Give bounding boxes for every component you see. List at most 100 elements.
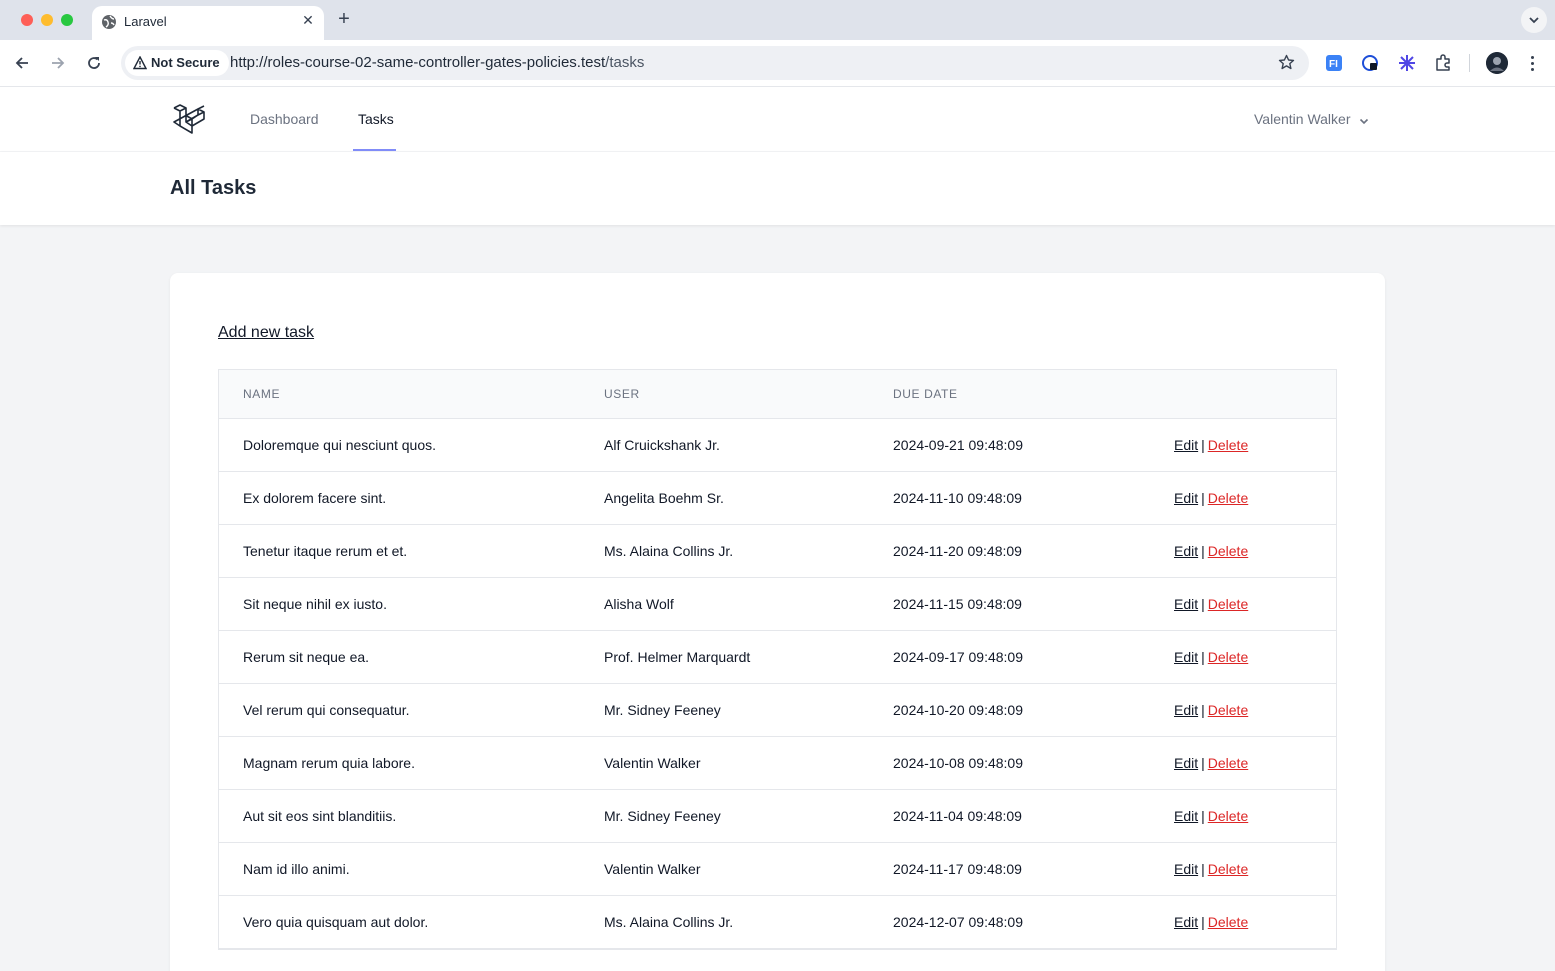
action-separator: | xyxy=(1201,808,1205,824)
task-due-date: 2024-11-04 09:48:09 xyxy=(893,808,1022,824)
nav-link-tasks[interactable]: Tasks xyxy=(358,87,394,152)
delete-link[interactable]: Delete xyxy=(1208,437,1248,453)
task-name: Rerum sit neque ea. xyxy=(243,649,370,665)
action-separator: | xyxy=(1201,437,1205,453)
url-host: http://roles-course-02-same-controller-g… xyxy=(230,54,606,71)
task-due-date: 2024-09-17 09:48:09 xyxy=(893,649,1023,665)
task-name: Vel rerum qui consequatur. xyxy=(243,702,410,718)
edit-link[interactable]: Edit xyxy=(1174,914,1198,930)
user-menu-button[interactable]: Valentin Walker xyxy=(1254,87,1350,152)
chevron-down-icon[interactable] xyxy=(1358,114,1370,132)
toolbar-divider xyxy=(1469,54,1470,72)
puzzle-icon[interactable] xyxy=(1432,52,1454,74)
task-due-date: 2024-11-10 09:48:09 xyxy=(893,490,1022,506)
new-tab-button[interactable]: + xyxy=(334,9,354,29)
delete-link[interactable]: Delete xyxy=(1208,490,1248,506)
task-user: Ms. Alaina Collins Jr. xyxy=(604,543,734,559)
table-row: Nam id illo animi. Valentin Walker 2024-11… xyxy=(219,843,1336,896)
row-actions: Edit | Delete xyxy=(1174,631,1248,684)
edit-link[interactable]: Edit xyxy=(1174,543,1198,559)
nav-link-dashboard[interactable]: Dashboard xyxy=(250,87,319,152)
task-user: Alisha Wolf xyxy=(604,596,674,612)
laravel-logo[interactable] xyxy=(171,102,207,141)
table-row: Magnam rerum quia labore. Valentin Walker… xyxy=(219,737,1336,790)
tab-search-button[interactable] xyxy=(1521,7,1547,33)
browser-toolbar: Not Secure http://roles-course-02-same-c… xyxy=(0,40,1555,87)
edit-link[interactable]: Edit xyxy=(1174,808,1198,824)
edit-link[interactable]: Edit xyxy=(1174,490,1198,506)
tab-title: Laravel xyxy=(124,14,167,29)
row-actions: Edit | Delete xyxy=(1174,578,1248,631)
task-name: Tenetur itaque rerum et et. xyxy=(243,543,408,559)
page-title: All Tasks xyxy=(170,177,257,199)
task-name: Ex dolorem facere sint. xyxy=(243,490,387,506)
task-user: Alf Cruickshank Jr. xyxy=(604,437,720,453)
delete-link[interactable]: Delete xyxy=(1208,755,1248,771)
delete-link[interactable]: Delete xyxy=(1208,861,1248,877)
edit-link[interactable]: Edit xyxy=(1174,649,1198,665)
task-due-date: 2024-09-21 09:48:09 xyxy=(893,437,1023,453)
task-due-date: 2024-12-07 09:48:09 xyxy=(893,914,1023,930)
profile-avatar[interactable] xyxy=(1486,52,1508,74)
delete-link[interactable]: Delete xyxy=(1208,808,1248,824)
edit-link[interactable]: Edit xyxy=(1174,702,1198,718)
browser-tab-bar: Laravel ✕ + xyxy=(0,0,1555,40)
action-separator: | xyxy=(1201,755,1205,771)
window-maximize-button[interactable] xyxy=(61,14,73,26)
reload-icon[interactable] xyxy=(83,52,105,74)
action-separator: | xyxy=(1201,490,1205,506)
table-row: Sit neque nihil ex iusto. Alisha Wolf 2024… xyxy=(219,578,1336,631)
task-name: Nam id illo animi. xyxy=(243,861,350,877)
url-text[interactable]: http://roles-course-02-same-controller-g… xyxy=(230,54,644,71)
task-name: Sit neque nihil ex iusto. xyxy=(243,596,387,612)
row-actions: Edit | Delete xyxy=(1174,684,1248,737)
task-due-date: 2024-10-08 09:48:09 xyxy=(893,755,1023,771)
password-extension-icon[interactable] xyxy=(1359,52,1381,74)
active-nav-indicator xyxy=(353,149,396,151)
svg-text:FI: FI xyxy=(1329,59,1338,70)
delete-link[interactable]: Delete xyxy=(1208,702,1248,718)
window-close-button[interactable] xyxy=(21,14,33,26)
address-bar[interactable]: Not Secure http://roles-course-02-same-c… xyxy=(121,46,1309,80)
task-name: Vero quia quisquam aut dolor. xyxy=(243,914,429,930)
delete-link[interactable]: Delete xyxy=(1208,543,1248,559)
browser-tab[interactable]: Laravel ✕ xyxy=(92,6,324,40)
column-header-user: USER xyxy=(604,387,640,401)
edit-link[interactable]: Edit xyxy=(1174,861,1198,877)
task-due-date: 2024-11-17 09:48:09 xyxy=(893,861,1022,877)
table-body: Doloremque qui nesciunt quos. Alf Cruicks… xyxy=(219,419,1336,949)
task-due-date: 2024-11-20 09:48:09 xyxy=(893,543,1022,559)
delete-link[interactable]: Delete xyxy=(1208,596,1248,612)
delete-link[interactable]: Delete xyxy=(1208,649,1248,665)
tasks-card: Add new task NAME USER DUE DATE Doloremq… xyxy=(170,273,1385,971)
kebab-menu-icon[interactable] xyxy=(1524,52,1540,74)
delete-link[interactable]: Delete xyxy=(1208,914,1248,930)
warning-icon xyxy=(133,56,147,70)
close-icon[interactable]: ✕ xyxy=(300,12,316,28)
back-icon[interactable] xyxy=(11,52,33,74)
task-name: Doloremque qui nesciunt quos. xyxy=(243,437,437,453)
window-minimize-button[interactable] xyxy=(41,14,53,26)
forward-icon[interactable] xyxy=(47,52,69,74)
edit-link[interactable]: Edit xyxy=(1174,596,1198,612)
translate-extension-icon[interactable]: FI xyxy=(1323,52,1345,74)
table-row: Aut sit eos sint blanditiis. Mr. Sidney F… xyxy=(219,790,1336,843)
star-icon[interactable] xyxy=(1278,54,1295,76)
add-new-task-link[interactable]: Add new task xyxy=(218,324,314,342)
column-header-name: NAME xyxy=(243,387,281,401)
security-chip[interactable]: Not Secure xyxy=(125,50,229,76)
table-row: Vel rerum qui consequatur. Mr. Sidney Fee… xyxy=(219,684,1336,737)
snowflake-extension-icon[interactable] xyxy=(1396,52,1418,74)
action-separator: | xyxy=(1201,914,1205,930)
edit-link[interactable]: Edit xyxy=(1174,437,1198,453)
security-label: Not Secure xyxy=(151,55,220,70)
edit-link[interactable]: Edit xyxy=(1174,755,1198,771)
row-actions: Edit | Delete xyxy=(1174,525,1248,578)
action-separator: | xyxy=(1201,861,1205,877)
row-actions: Edit | Delete xyxy=(1174,419,1248,472)
column-header-due-date: DUE DATE xyxy=(893,387,958,401)
action-separator: | xyxy=(1201,702,1205,718)
task-user: Mr. Sidney Feeney xyxy=(604,702,721,718)
table-row: Doloremque qui nesciunt quos. Alf Cruicks… xyxy=(219,419,1336,472)
table-row: Tenetur itaque rerum et et. Ms. Alaina Co… xyxy=(219,525,1336,578)
